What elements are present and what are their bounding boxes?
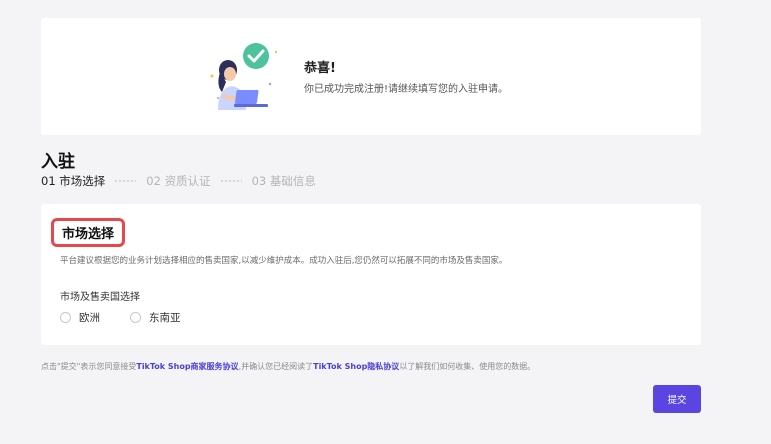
section-description: 平台建议根据您的业务计划选择相应的售卖国家,以减少维护成本。成功入驻后,您仍然可… — [60, 256, 508, 266]
terms-notice: 点击"提交"表示您同意接受TikTok Shop商家服务协议,并确认您已经阅读了… — [41, 361, 535, 372]
submit-button[interactable]: 提交 — [653, 385, 701, 413]
congrats-title: 恭喜! — [304, 61, 336, 76]
market-selection-card: 市场选择 平台建议根据您的业务计划选择相应的售卖国家,以减少维护成本。成功入驻后… — [41, 204, 701, 345]
section-title-highlight: 市场选择 — [51, 218, 125, 247]
step-separator — [114, 180, 137, 182]
woman-laptop-success-illustration — [210, 43, 278, 110]
step-basic-info[interactable]: 03 基础信息 — [252, 173, 316, 189]
market-field-label: 市场及售卖国选择 — [60, 292, 140, 303]
radio-option-southeast-asia[interactable]: 东南亚 — [130, 310, 181, 325]
radio-label-southeast-asia[interactable]: 东南亚 — [149, 310, 181, 325]
section-title: 市场选择 — [61, 227, 114, 242]
terms-middle: ,并确认您已经阅读了 — [238, 362, 314, 371]
step-market-selection[interactable]: 01 市场选择 — [41, 173, 105, 189]
radio-button-europe[interactable] — [60, 312, 71, 323]
step-separator — [219, 180, 242, 182]
privacy-policy-link[interactable]: TikTok Shop隐私协议 — [313, 362, 399, 371]
radio-label-europe[interactable]: 欧洲 — [79, 310, 100, 325]
page-title: 入驻 — [41, 152, 75, 172]
radio-button-southeast-asia[interactable] — [130, 312, 141, 323]
terms-suffix: 以了解我们如何收集、使用您的数据。 — [399, 362, 536, 371]
merchant-agreement-link[interactable]: TikTok Shop商家服务协议 — [136, 362, 238, 371]
radio-option-europe[interactable]: 欧洲 — [60, 310, 100, 325]
step-qualification[interactable]: 02 资质认证 — [146, 173, 210, 189]
terms-prefix: 点击"提交"表示您同意接受 — [41, 362, 137, 371]
success-banner: 恭喜! 你已成功完成注册!请继续填写您的入驻申请。 — [41, 18, 701, 135]
congrats-description: 你已成功完成注册!请继续填写您的入驻申请。 — [304, 84, 509, 95]
step-indicator: 01 市场选择 02 资质认证 03 基础信息 — [41, 173, 316, 189]
